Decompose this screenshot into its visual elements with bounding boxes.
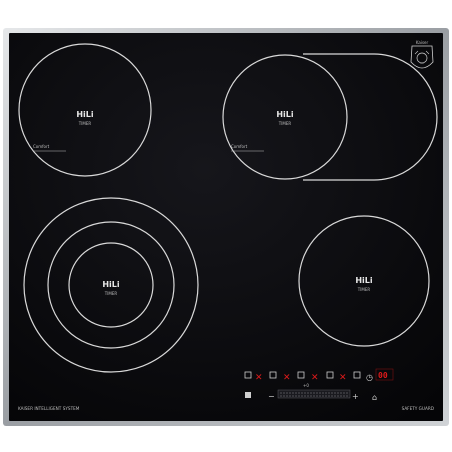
brand-emblem-text: Kaiser [416,40,429,45]
plus-icon[interactable]: + [352,392,359,401]
zone-brand-label: HiLi [276,110,294,119]
zone-brand-label: HiLi [76,110,94,119]
clock-icon[interactable]: ◷ [366,373,373,382]
zone-brand-label: HiLi [355,276,373,285]
zone-timer-label: TIMER [278,121,292,126]
power-key[interactable] [245,392,251,398]
footer-right-label: SAFETY GUARD [402,406,434,411]
glass-top [9,33,443,421]
zone-indicator-x-icon: ✕ [255,373,263,383]
zone-indicator-x-icon: ✕ [339,373,347,383]
minus-icon[interactable]: − [268,392,275,401]
zone-indicator-x-icon: ✕ [283,373,291,383]
digital-display: 00 [378,371,388,380]
induction-cooktop: HiLi TIMER Comfort HiLi TIMER Comfort Hi… [3,28,449,426]
lock-icon[interactable]: ⌂ [372,393,377,402]
zone-timer-label: TIMER [357,287,371,292]
zone-indicator-x-icon: ✕ [311,373,319,383]
zone-timer-label: TIMER [78,121,92,126]
zone-brand-label: HiLi [102,280,120,289]
zone-comfort-label: Comfort [33,144,50,149]
zone-timer-label: TIMER [104,291,118,296]
zone-comfort-label: Comfort [231,144,248,149]
power-slider[interactable] [277,389,351,399]
slider-label: +0 [303,383,309,388]
footer-left-label: KAISER INTELLIGENT SYSTEM [18,406,80,411]
